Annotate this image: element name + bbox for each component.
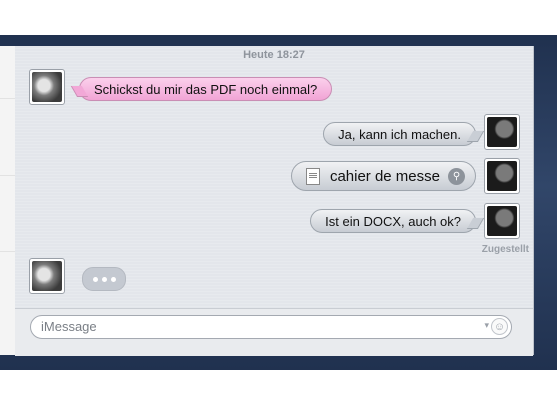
- user-avatar[interactable]: [484, 158, 520, 194]
- incoming-message-bubble[interactable]: Schickst du mir das PDF noch einmal?: [79, 77, 333, 101]
- quicklook-icon[interactable]: ⚲: [448, 167, 465, 185]
- message-input[interactable]: iMessage ▾ ☺: [30, 315, 512, 339]
- document-icon: [305, 167, 320, 185]
- user-avatar[interactable]: [484, 203, 520, 239]
- sidebar-divider: [0, 175, 15, 176]
- delivery-status: Zugestellt: [481, 244, 529, 255]
- chevron-down-icon[interactable]: ▾: [484, 320, 489, 331]
- outgoing-message-bubble[interactable]: Ist ein DOCX, auch ok?: [310, 209, 476, 233]
- user-avatar[interactable]: [484, 114, 520, 150]
- sidebar-divider: [0, 251, 15, 252]
- conversation-sidebar[interactable]: [0, 46, 16, 355]
- file-attachment-bubble[interactable]: cahier de messe ⚲: [290, 161, 476, 191]
- message-text: Ja, kann ich machen.: [338, 127, 461, 142]
- message-input-placeholder: iMessage: [41, 319, 97, 334]
- sidebar-divider: [0, 98, 15, 99]
- contact-avatar[interactable]: [29, 69, 65, 105]
- messages-window: Heute 18:27 Schickst du mir das PDF noch…: [15, 46, 534, 356]
- compose-bar: iMessage ▾ ☺: [15, 308, 533, 356]
- conversation-timestamp: Heute 18:27: [243, 49, 305, 61]
- message-text: Schickst du mir das PDF noch einmal?: [94, 82, 318, 97]
- typing-indicator: [82, 267, 126, 291]
- message-text: Ist ein DOCX, auch ok?: [325, 214, 461, 229]
- attachment-filename: cahier de messe: [329, 167, 440, 185]
- contact-avatar[interactable]: [29, 258, 65, 294]
- outgoing-message-bubble[interactable]: Ja, kann ich machen.: [323, 122, 476, 146]
- smiley-icon[interactable]: ☺: [491, 318, 508, 335]
